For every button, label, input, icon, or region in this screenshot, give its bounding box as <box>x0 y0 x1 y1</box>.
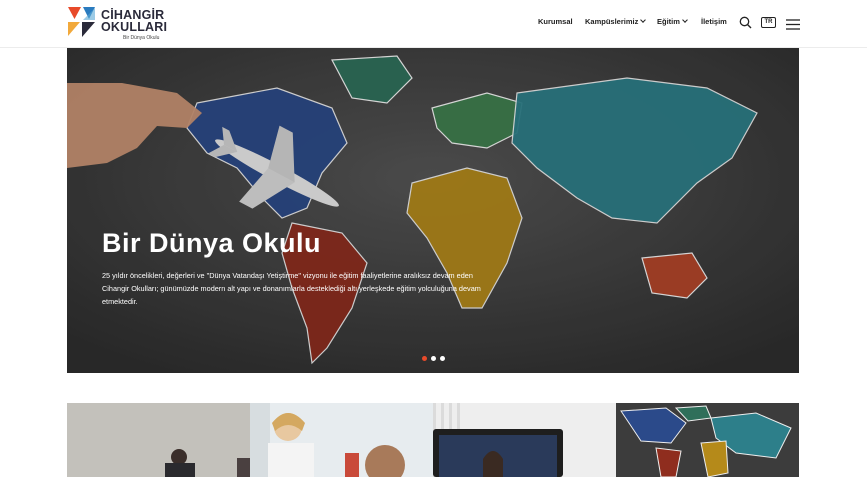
brand-tagline: Bir Dünya Okulu <box>123 35 160 41</box>
nav-item-label: Kampüslerimiz <box>585 17 639 26</box>
nav-item-iletisim[interactable]: İletişim <box>701 17 727 26</box>
brand-logo-icon <box>68 7 95 37</box>
slider-dot[interactable] <box>431 356 436 361</box>
nav-item-label: Kurumsal <box>538 17 573 26</box>
brand-name-line2: OKULLARI <box>101 20 168 34</box>
chevron-down-icon <box>640 17 647 23</box>
video-call-image <box>433 403 616 477</box>
world-map-image <box>616 403 799 477</box>
menu-icon[interactable] <box>786 17 800 35</box>
site-header: CİHANGİR OKULLARI Bir Dünya Okulu Kurums… <box>0 0 867 48</box>
hero-title: Bir Dünya Okulu <box>102 228 322 258</box>
nav-item-egitim[interactable]: Eğitim <box>657 17 688 26</box>
chevron-down-icon <box>682 17 688 23</box>
slider-dot-active[interactable] <box>422 356 427 361</box>
language-badge[interactable]: TR <box>761 17 776 28</box>
hero-background-image <box>67 48 799 373</box>
nav-item-kampuslerimiz[interactable]: Kampüslerimiz <box>585 17 647 26</box>
nav-item-label: Eğitim <box>657 17 680 26</box>
classroom-image <box>67 403 250 477</box>
hero-description: 25 yıldır öncelikleri, değerleri ve "Dün… <box>102 271 481 306</box>
slider-dot[interactable] <box>440 356 445 361</box>
gallery-card-students[interactable] <box>250 403 433 477</box>
nav-item-kurumsal[interactable]: Kurumsal <box>538 17 573 26</box>
gallery-card-video-call[interactable] <box>433 403 616 477</box>
nav-item-label: İletişim <box>701 17 727 26</box>
gallery-card-classroom[interactable] <box>67 403 250 477</box>
gallery-card-world-map[interactable] <box>616 403 799 477</box>
students-image <box>250 403 433 477</box>
brand-name: CİHANGİR OKULLARI <box>101 9 168 34</box>
search-icon[interactable] <box>739 16 752 34</box>
hero-slider[interactable]: Bir Dünya Okulu 25 yıldır öncelikleri, d… <box>67 48 799 373</box>
brand-logo[interactable]: CİHANGİR OKULLARI Bir Dünya Okulu <box>67 6 177 42</box>
